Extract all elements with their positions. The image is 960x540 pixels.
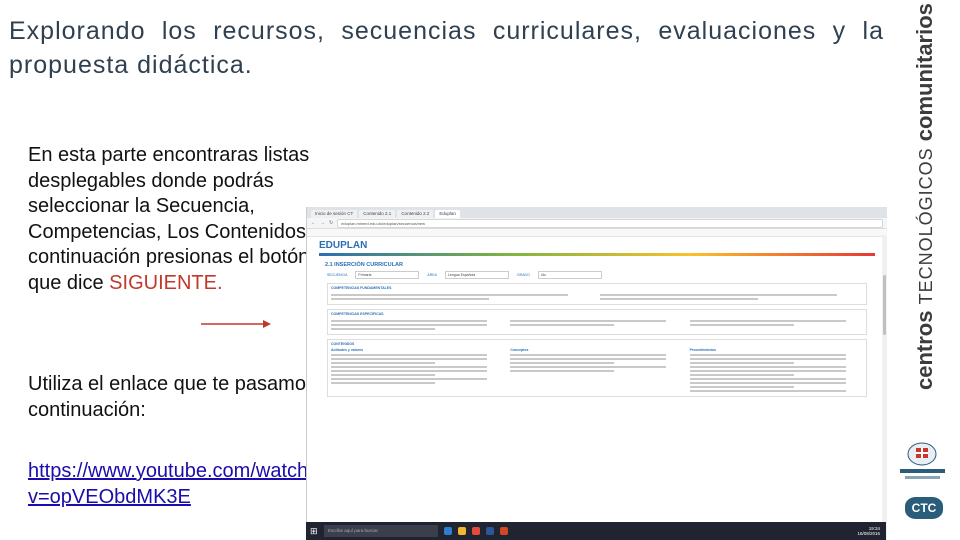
grado-label: GRADO xyxy=(516,273,530,277)
column-heading: Conceptos xyxy=(510,348,529,352)
clock-date: 16/08/2016 xyxy=(857,531,880,536)
address-input[interactable]: eduplan.minerd.edu.do/eduplan/secuencia/… xyxy=(337,218,883,228)
link-intro-paragraph: Utiliza el enlace que te pasamos a conti… xyxy=(28,373,333,421)
browser-tabbar: Inicio de sesión CT Contenido 2.1 Conten… xyxy=(307,207,887,218)
brand-wordmark: centros TECNOLÓGICOS comunitarios xyxy=(912,3,938,390)
browser-tab[interactable]: Inicio de sesión CT xyxy=(311,210,358,218)
box-heading: CONTENIDOS xyxy=(331,342,355,346)
brand-word-comunitarios: comunitarios xyxy=(912,3,937,142)
instructions-paragraph: En esta parte encontraras listas despleg… xyxy=(28,143,348,296)
browser-tab[interactable]: Contenido 2.1 xyxy=(359,210,396,218)
selectors-row: SECUENCIA Primaria ÁREA Lengua Española … xyxy=(327,271,875,279)
back-icon[interactable]: ← xyxy=(311,220,316,226)
eduplan-page: EDUPLAN 2.1 INSERCIÓN CURRICULAR SECUENC… xyxy=(307,237,887,403)
competencias-especificas-box: COMPETENCIAS ESPECÍFICAS xyxy=(327,309,867,335)
column-heading: Procedimientos xyxy=(689,348,716,352)
browser-tab[interactable]: Contenido 2.2 xyxy=(397,210,434,218)
brand-word-centros: centros xyxy=(912,310,937,390)
contenidos-box: CONTENIDOS Actitudes y valores Conceptos… xyxy=(327,339,867,397)
eduplan-logo: EDUPLAN xyxy=(319,240,875,256)
secuencia-label: SECUENCIA xyxy=(327,273,348,277)
column-heading: Actitudes y valores xyxy=(331,348,364,352)
youtube-link[interactable]: https://www.youtube.com/watch?v=opVEObdM… xyxy=(28,459,328,510)
siguiente-highlight: SIGUIENTE. xyxy=(109,271,223,294)
area-label: ÁREA xyxy=(427,273,437,277)
windows-taskbar: ⊞ Escribe aquí para buscar 19:34 16/08/20… xyxy=(306,522,886,540)
secuencia-select[interactable]: Primaria xyxy=(355,271,420,279)
section-title: 2.1 INSERCIÓN CURRICULAR xyxy=(325,262,403,268)
taskbar-search-input[interactable]: Escribe aquí para buscar xyxy=(324,525,438,537)
area-select[interactable]: Lengua Española xyxy=(444,271,509,279)
browser-tab-active[interactable]: Eduplan xyxy=(435,210,460,218)
powerpoint-icon[interactable] xyxy=(500,527,508,535)
page-scrollbar[interactable] xyxy=(882,235,887,540)
grado-select[interactable]: 4to xyxy=(537,271,602,279)
edge-icon[interactable] xyxy=(444,527,452,535)
arrow-icon xyxy=(201,320,271,328)
ctc-logo: CTC xyxy=(905,497,943,519)
forward-icon[interactable]: → xyxy=(320,220,325,226)
windows-start-icon[interactable]: ⊞ xyxy=(310,527,318,536)
brand-word-tecnologicos: TECNOLÓGICOS xyxy=(916,147,936,305)
competencias-fundamentales-box: COMPETENCIAS FUNDAMENTALES xyxy=(327,283,867,305)
taskbar-clock: 19:34 16/08/2016 xyxy=(857,526,880,536)
box-heading: COMPETENCIAS ESPECÍFICAS xyxy=(331,312,384,316)
reload-icon[interactable]: ↻ xyxy=(329,220,333,226)
government-seal-icon xyxy=(900,442,945,479)
slide-title: Explorando los recursos, secuencias curr… xyxy=(9,17,884,79)
browser-urlbar: ← → ↻ eduplan.minerd.edu.do/eduplan/secu… xyxy=(307,218,887,229)
chrome-icon[interactable] xyxy=(472,527,480,535)
word-icon[interactable] xyxy=(486,527,494,535)
browser-screenshot: Inicio de sesión CT Contenido 2.1 Conten… xyxy=(306,207,887,540)
file-explorer-icon[interactable] xyxy=(458,527,466,535)
bookmarks-bar xyxy=(307,229,887,237)
box-heading: COMPETENCIAS FUNDAMENTALES xyxy=(331,286,392,290)
